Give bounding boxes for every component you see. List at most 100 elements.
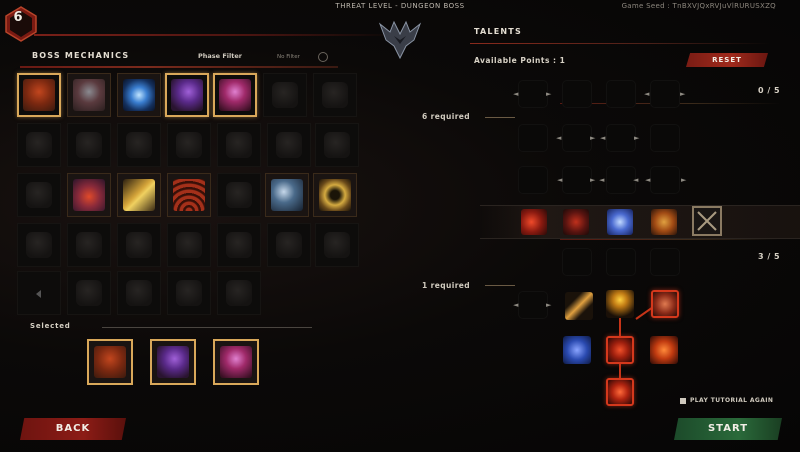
mechanic-tile-locked[interactable] (267, 123, 311, 167)
selected-label: Selected (30, 322, 71, 330)
frost-orb-icon (123, 79, 155, 111)
mechanic-tile[interactable] (265, 173, 309, 217)
talent-slot[interactable] (650, 124, 680, 152)
flame-burst-talent-icon[interactable] (606, 378, 634, 406)
talent-slot[interactable] (518, 80, 548, 108)
mechanic-tile-locked[interactable] (67, 271, 111, 315)
gear-icon[interactable] (318, 52, 328, 62)
frost-fist-icon[interactable] (607, 209, 633, 235)
spear-talent-icon[interactable] (565, 292, 593, 320)
arrow-left-icon: ◄ (513, 90, 519, 98)
mechanic-tile[interactable] (167, 173, 211, 217)
mechanic-tile[interactable] (17, 73, 61, 117)
talent-slot[interactable] (606, 166, 636, 194)
mechanic-tile-locked[interactable] (167, 223, 211, 267)
back-button[interactable]: BACK (20, 418, 126, 440)
talent-slot[interactable] (650, 248, 680, 276)
frost-gauntlet-talent-icon[interactable] (563, 336, 591, 364)
talent-slot[interactable] (518, 166, 548, 194)
mechanic-tile[interactable] (67, 173, 111, 217)
cursed-pillar-icon (220, 346, 252, 378)
mechanic-tile-locked[interactable] (313, 73, 357, 117)
mechanic-tile[interactable] (313, 173, 357, 217)
talent-slot[interactable] (650, 166, 680, 194)
mechanic-tile-locked[interactable] (67, 223, 111, 267)
red-claw-icon[interactable] (521, 209, 547, 235)
talent-slot[interactable] (650, 80, 680, 108)
eruption-icon (23, 79, 55, 111)
talent-slot[interactable] (562, 124, 592, 152)
phase-filter-select[interactable]: No Filter (272, 51, 330, 63)
tutorial-label: PLAY TUTORIAL AGAIN (690, 397, 774, 404)
arrow-left-icon: ◄ (633, 176, 639, 184)
selected-mechanic-slot[interactable] (150, 339, 196, 385)
mechanic-tile-locked[interactable] (315, 123, 359, 167)
crimson-slash-icon[interactable] (563, 209, 589, 235)
arrow-right-icon: ► (546, 90, 552, 98)
mechanic-tile-locked[interactable] (263, 73, 307, 117)
tier2-rule (560, 239, 780, 240)
mechanic-tile-locked[interactable] (67, 123, 111, 167)
arrow-left-icon: ◄ (556, 134, 562, 142)
mechanic-tile-locked[interactable] (117, 223, 161, 267)
mechanic-tile[interactable] (117, 173, 161, 217)
solar-shield-talent-icon[interactable] (606, 290, 634, 318)
arrow-right-icon: ► (681, 176, 687, 184)
mechanic-tile-locked[interactable] (315, 223, 359, 267)
arrow-left-icon: ◄ (600, 134, 606, 142)
mechanic-tile-locked[interactable] (217, 123, 261, 167)
mechanic-tile-empty[interactable] (17, 271, 61, 315)
mechanic-tile-locked[interactable] (117, 271, 161, 315)
talent-slot[interactable] (606, 248, 636, 276)
phase-filter-label: Phase Filter (198, 52, 242, 60)
selected-mechanic-slot[interactable] (87, 339, 133, 385)
start-button[interactable]: START (674, 418, 782, 440)
talent-slot[interactable] (518, 124, 548, 152)
frost-swirl-icon (271, 179, 303, 211)
mechanic-tile-locked[interactable] (17, 223, 61, 267)
mechanic-tile-locked[interactable] (217, 271, 261, 315)
tier1-required: 6 required (422, 112, 471, 121)
mechanic-tile-locked[interactable] (17, 123, 61, 167)
golden-blade-icon (123, 179, 155, 211)
fire-spiral-talent-icon[interactable] (650, 336, 678, 364)
reset-button[interactable]: RESET (686, 53, 768, 67)
header-rule (34, 34, 394, 36)
flame-beast-icon[interactable] (651, 209, 677, 235)
mechanic-tile-locked[interactable] (167, 123, 211, 167)
cross-icon (697, 211, 717, 231)
talents-title: TALENTS (474, 27, 522, 36)
play-tutorial-toggle[interactable]: PLAY TUTORIAL AGAIN (680, 397, 773, 404)
mechanic-tile[interactable] (165, 73, 209, 117)
mechanic-tile-locked[interactable] (217, 173, 261, 217)
crossed-swords-icon[interactable] (692, 206, 722, 236)
talent-slot[interactable] (562, 248, 592, 276)
talent-slot[interactable] (562, 80, 592, 108)
mechanic-tile-locked[interactable] (117, 123, 161, 167)
mechanic-tile[interactable] (213, 73, 257, 117)
boss-mechanics-title: BOSS MECHANICS (32, 51, 130, 60)
selected-mechanic-slot[interactable] (213, 339, 259, 385)
tutorial-checkbox[interactable] (680, 397, 686, 404)
arrow-left-icon: ◄ (557, 176, 563, 184)
mechanic-tile-locked[interactable] (17, 173, 61, 217)
talent-slot[interactable] (606, 80, 636, 108)
talent-slot[interactable] (562, 166, 592, 194)
mechanic-tile-locked[interactable] (267, 223, 311, 267)
talent-connector (619, 318, 621, 338)
arrow-right-icon: ► (590, 134, 596, 142)
mechanic-tile-locked[interactable] (167, 271, 211, 315)
talent-slot[interactable] (518, 291, 548, 319)
talent-slot[interactable] (606, 124, 636, 152)
eruption-icon (94, 346, 126, 378)
mechanic-tile[interactable] (67, 73, 111, 117)
arrow-left-icon: ◄ (513, 301, 519, 309)
tier2-required: 1 required (422, 281, 471, 290)
selected-rule (102, 327, 312, 328)
talent-connector (619, 362, 621, 378)
treasure-chest-talent-icon[interactable] (651, 290, 679, 318)
mechanic-tile[interactable] (117, 73, 161, 117)
fire-orb-talent-icon[interactable] (606, 336, 634, 364)
talents-rule (470, 43, 770, 44)
mechanic-tile-locked[interactable] (217, 223, 261, 267)
